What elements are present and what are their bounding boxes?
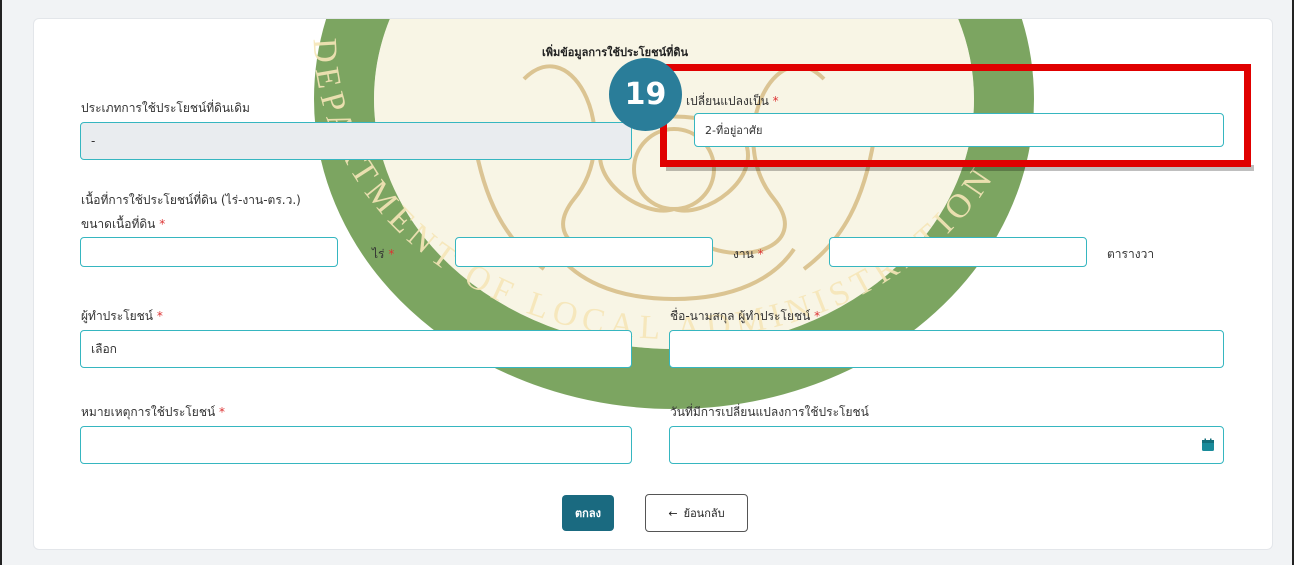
beneficiary-select[interactable]: เลือก xyxy=(80,330,632,368)
back-button[interactable]: ← ย้อนกลับ xyxy=(645,494,748,532)
rai-input[interactable] xyxy=(80,237,338,267)
beneficiary-label: ผู้ทำประโยชน์ * xyxy=(81,309,163,323)
remark-label: หมายเหตุการใช้ประโยชน์ * xyxy=(81,405,226,419)
change-date-input[interactable] xyxy=(669,426,1224,464)
ngan-input[interactable] xyxy=(455,237,713,267)
change-date-label: วันที่มีการเปลี่ยนแปลงการใช้ประโยชน์ xyxy=(670,405,869,419)
beneficiary-name-label: ชื่อ-นามสกุล ผู้ทำประโยชน์ * xyxy=(670,309,821,323)
rai-label: ไร่ * xyxy=(372,247,395,261)
calendar-icon[interactable] xyxy=(1201,438,1215,452)
beneficiary-name-input[interactable] xyxy=(669,330,1224,368)
back-button-label: ย้อนกลับ xyxy=(683,507,725,520)
step-number-badge: 19 xyxy=(609,58,682,131)
ngan-label: งาน * xyxy=(733,247,764,261)
wa-label: ตารางวา xyxy=(1107,247,1155,261)
original-use-field: - xyxy=(80,122,632,160)
remark-input[interactable] xyxy=(80,426,632,464)
beneficiary-value: เลือก xyxy=(91,341,117,356)
area-section-label: เนื้อที่การใช้ประโยชน์ที่ดิน (ไร่-งาน-ตร… xyxy=(81,193,301,207)
land-size-label: ขนาดเนื้อที่ดิน * xyxy=(81,217,166,231)
highlight-box xyxy=(660,64,1251,167)
original-use-value: - xyxy=(91,134,96,148)
form-title: เพิ่มข้อมูลการใช้ประโยชน์ที่ดิน xyxy=(542,46,689,59)
ok-button[interactable]: ตกลง xyxy=(562,495,614,531)
back-arrow-icon: ← xyxy=(668,506,678,520)
original-use-label: ประเภทการใช้ประโยชน์ที่ดินเดิม xyxy=(81,101,250,115)
wa-input[interactable] xyxy=(829,237,1087,267)
